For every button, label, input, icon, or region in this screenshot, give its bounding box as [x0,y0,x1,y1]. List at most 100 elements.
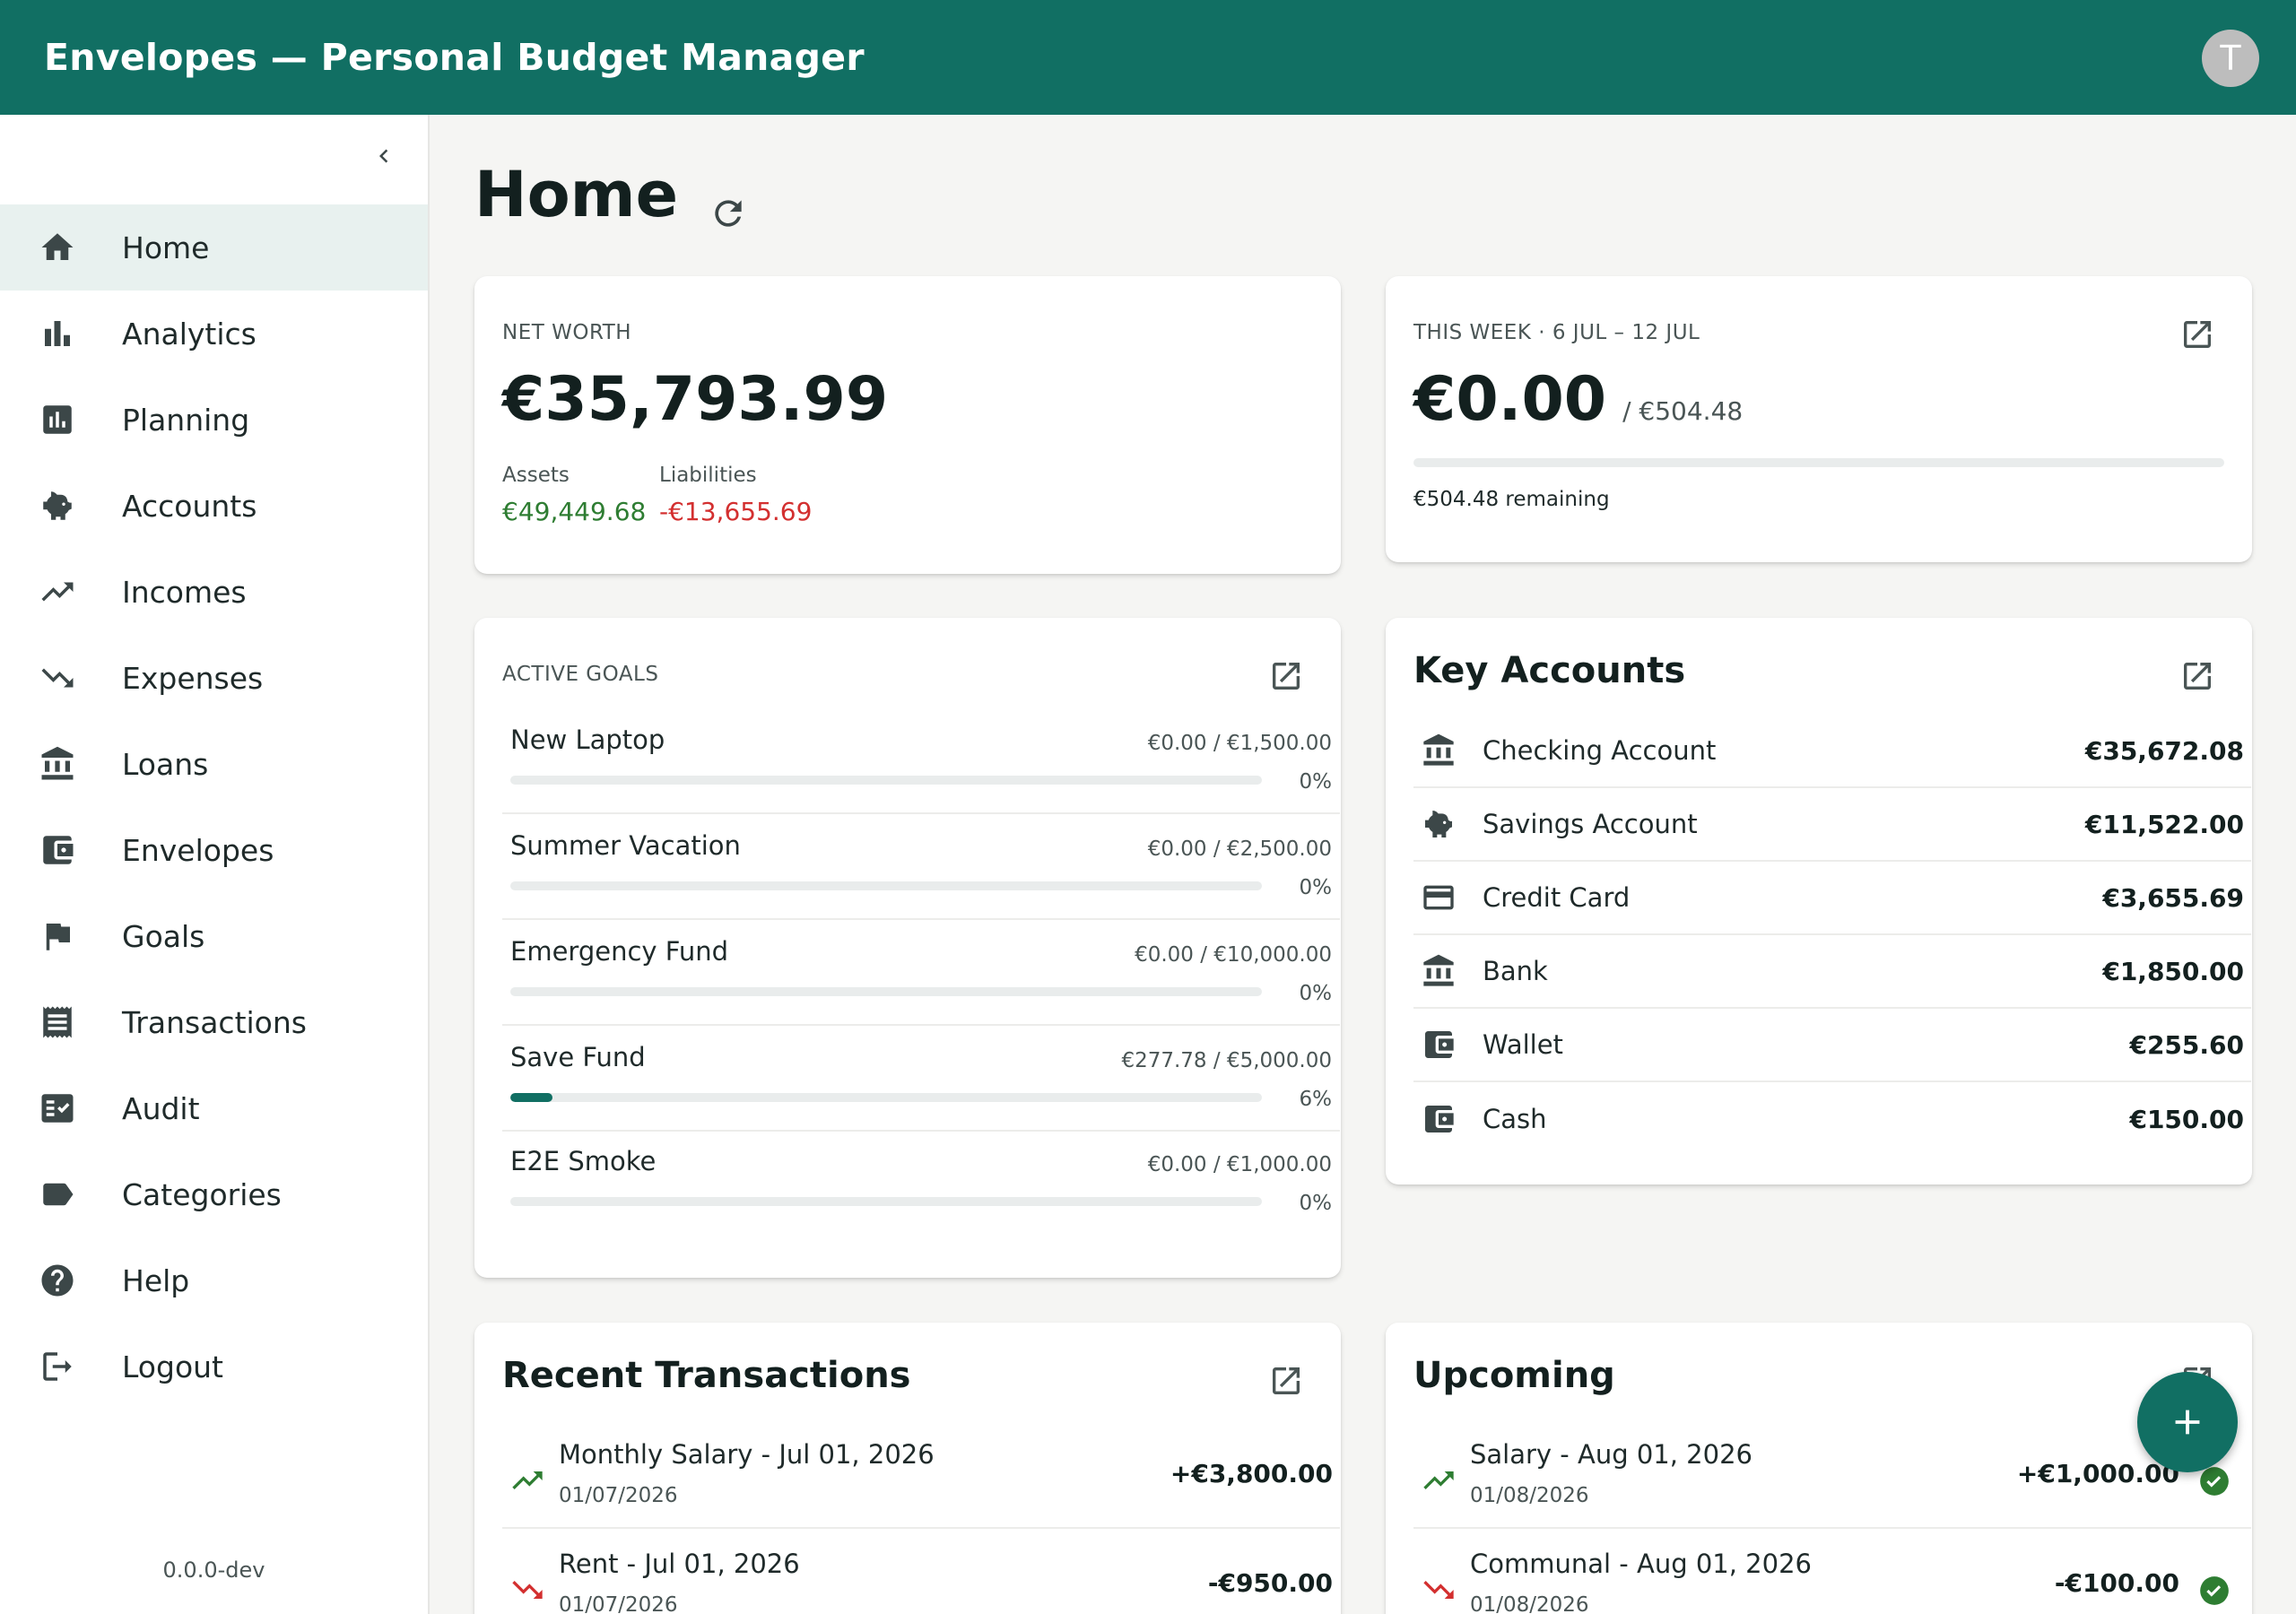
bank-icon [1421,733,1457,768]
goal-percent: 0% [1299,770,1333,794]
goal-amount: €0.00 / €1,000.00 [1147,1153,1332,1176]
goal-amount: €0.00 / €2,500.00 [1147,837,1332,861]
goal-name: Emergency Fund [510,936,729,967]
goal-row[interactable]: E2E Smoke €0.00 / €1,000.00 0% [502,1130,1340,1236]
upcoming-title: Upcoming [1413,1355,1615,1396]
sidebar-item-analytics[interactable]: Analytics [0,291,428,377]
sidebar-item-envelopes[interactable]: Envelopes [0,807,428,893]
sidebar-item-loans[interactable]: Loans [0,721,428,807]
account-row[interactable]: Credit Card €3,655.69 [1413,862,2251,935]
goal-row[interactable]: Summer Vacation €0.00 / €2,500.00 0% [502,814,1340,920]
sidebar-item-label: Envelopes [122,832,274,868]
account-balance: €3,655.69 [2102,882,2244,913]
open-in-new-icon[interactable] [2179,317,2215,352]
sidebar-item-accounts[interactable]: Accounts [0,463,428,549]
receipt-icon [38,1002,77,1042]
sidebar-item-planning[interactable]: Planning [0,377,428,463]
refresh-icon[interactable] [709,175,748,227]
key-accounts-title: Key Accounts [1413,650,1686,691]
upcoming-title-text: Communal - Aug 01, 2026 [1470,1549,1812,1579]
sidebar-item-goals[interactable]: Goals [0,893,428,979]
sidebar-item-label: Planning [122,402,250,438]
sidebar: Home Analytics Planning Accounts Incomes… [0,115,430,1614]
sidebar-item-label: Loans [122,746,209,782]
wallet-icon [38,830,77,870]
chevron-left-icon [379,149,388,163]
add-button[interactable] [2137,1372,2238,1472]
open-in-new-icon[interactable] [1268,658,1304,694]
account-row[interactable]: Cash €150.00 [1413,1082,2251,1156]
open-in-new-icon[interactable] [1268,1363,1304,1399]
transaction-date: 01/07/2026 [559,1593,678,1614]
upcoming-row[interactable]: Salary - Aug 01, 2026 01/08/2026 +€1,000… [1413,1421,2251,1529]
sidebar-item-logout[interactable]: Logout [0,1323,428,1410]
transaction-amount: +€3,800.00 [1170,1459,1333,1488]
credit-card-icon [1421,880,1457,915]
sidebar-item-help[interactable]: Help [0,1237,428,1323]
account-row[interactable]: Checking Account €35,672.08 [1413,715,2251,788]
trending-down-icon [38,658,77,698]
app-title: Envelopes — Personal Budget Manager [44,36,865,79]
active-goals-overline: ACTIVE GOALS [502,663,659,686]
collapse-sidebar-button[interactable] [368,136,400,176]
bank-icon [1421,953,1457,989]
piggy-bank-icon [1421,806,1457,842]
net-worth-card: NET WORTH €35,793.99 Assets €49,449.68 L… [474,276,1341,574]
goal-progress [510,987,1262,996]
upcoming-date: 01/08/2026 [1470,1484,1589,1507]
upcoming-date: 01/08/2026 [1470,1593,1589,1614]
goal-row[interactable]: New Laptop €0.00 / €1,500.00 0% [502,708,1340,814]
sidebar-item-label: Accounts [122,488,257,524]
transaction-amount: -€950.00 [1207,1568,1333,1598]
account-balance: €150.00 [2129,1104,2244,1134]
help-icon [38,1261,77,1300]
goal-amount: €277.78 / €5,000.00 [1121,1049,1332,1072]
sidebar-item-label: Audit [122,1090,200,1126]
bar-chart-icon [38,314,77,353]
transaction-row[interactable]: Rent - Jul 01, 2026 01/07/2026 -€950.00 [502,1531,1340,1614]
transaction-title: Monthly Salary - Jul 01, 2026 [559,1439,935,1470]
goal-name: E2E Smoke [510,1146,657,1176]
account-balance: €35,672.08 [2084,735,2244,766]
sidebar-item-label: Categories [122,1176,282,1212]
upcoming-amount: -€100.00 [2054,1568,2179,1598]
transaction-row[interactable]: Monthly Salary - Jul 01, 2026 01/07/2026… [502,1421,1340,1529]
liabilities-label: Liabilities [659,464,757,487]
goal-percent: 0% [1299,1192,1333,1215]
upcoming-title-text: Salary - Aug 01, 2026 [1470,1439,1752,1470]
sidebar-item-home[interactable]: Home [0,204,428,291]
upcoming-row[interactable]: Communal - Aug 01, 2026 01/08/2026 -€100… [1413,1531,2251,1614]
sidebar-item-incomes[interactable]: Incomes [0,549,428,635]
app-bar: Envelopes — Personal Budget Manager T [0,0,2296,115]
app-version: 0.0.0-dev [162,1558,265,1583]
page-title-text: Home [474,158,679,231]
goal-progress [510,1093,1262,1102]
upcoming-card: Upcoming Salary - Aug 01, 2026 01/08/202… [1386,1323,2252,1614]
goal-row[interactable]: Save Fund €277.78 / €5,000.00 6% [502,1026,1340,1132]
account-row[interactable]: Savings Account €11,522.00 [1413,788,2251,862]
goal-amount: €0.00 / €10,000.00 [1135,943,1332,967]
recent-transactions-title: Recent Transactions [502,1355,911,1396]
recent-transactions-card: Recent Transactions Monthly Salary - Jul… [474,1323,1341,1614]
check-circle-icon[interactable] [2197,1574,2231,1608]
net-worth-overline: NET WORTH [502,321,632,344]
open-in-new-icon[interactable] [2179,658,2215,694]
avatar[interactable]: T [2202,30,2259,87]
goal-percent: 0% [1299,876,1333,899]
sidebar-item-expenses[interactable]: Expenses [0,635,428,721]
active-goals-card: ACTIVE GOALS New Laptop €0.00 / €1,500.0… [474,618,1341,1278]
assets-value: €49,449.68 [502,497,647,526]
sidebar-item-audit[interactable]: Audit [0,1065,428,1151]
account-row[interactable]: Bank €1,850.00 [1413,935,2251,1009]
account-name: Bank [1483,956,1548,986]
key-accounts-card: Key Accounts Checking Account €35,672.08… [1386,618,2252,1184]
account-balance: €11,522.00 [2084,809,2244,839]
plus-icon [2175,1410,2200,1435]
fact-check-icon [38,1089,77,1128]
sidebar-item-transactions[interactable]: Transactions [0,979,428,1065]
account-row[interactable]: Wallet €255.60 [1413,1009,2251,1082]
home-icon [38,228,77,267]
sidebar-item-categories[interactable]: Categories [0,1151,428,1237]
trending-up-icon [38,572,77,612]
goal-row[interactable]: Emergency Fund €0.00 / €10,000.00 0% [502,920,1340,1026]
